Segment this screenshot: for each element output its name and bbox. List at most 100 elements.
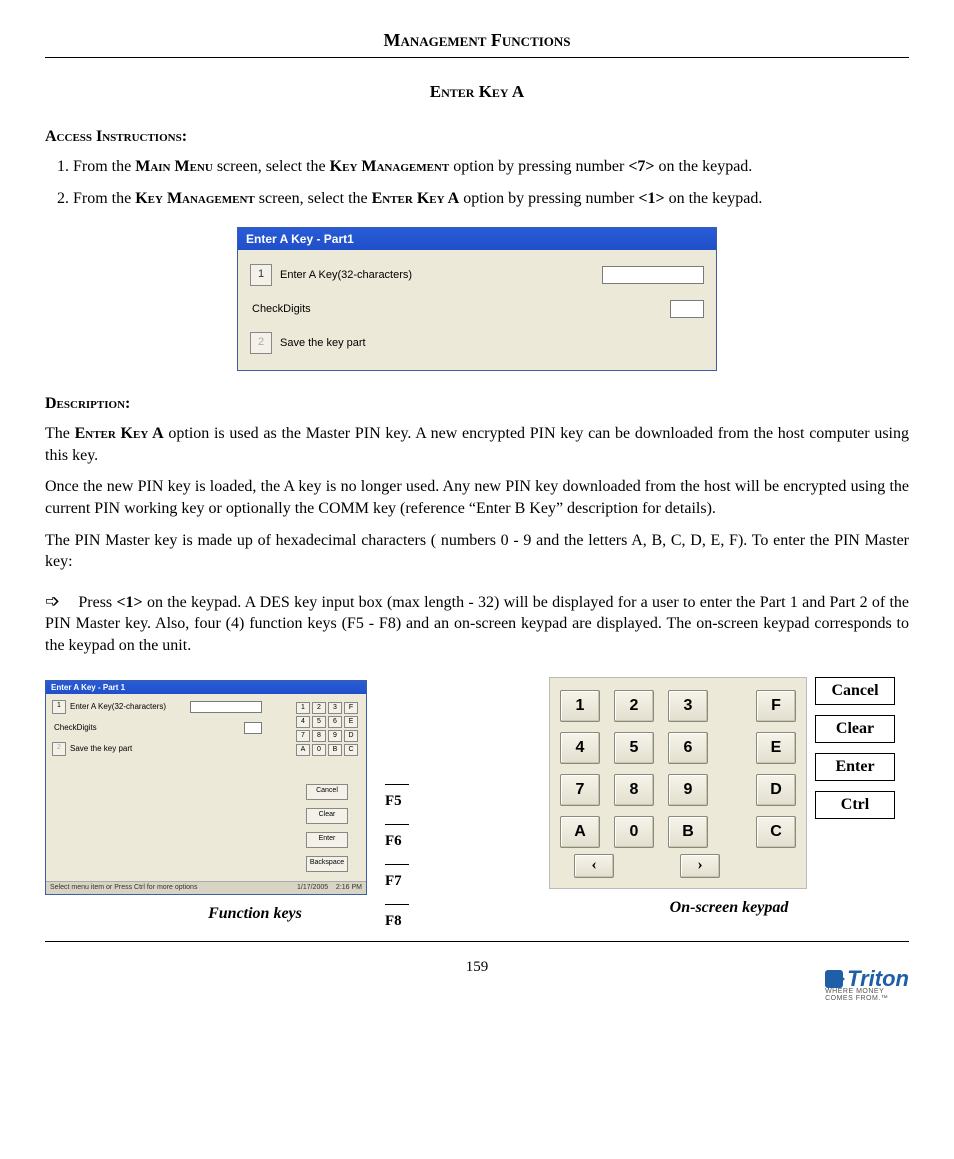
instruction-item: From the Main Menu screen, select the Ke… — [73, 156, 909, 178]
key-input[interactable] — [602, 266, 704, 284]
key-management-ref: Key Management — [135, 190, 255, 207]
mini-dialog-title: Enter A Key - Part 1 — [46, 681, 366, 694]
mini-clear-button[interactable]: Clear — [306, 808, 348, 824]
f6-label: F6 — [385, 816, 415, 850]
dialog-enter-key-a: Enter A Key - Part1 1 Enter A Key(32-cha… — [237, 227, 717, 371]
keypad-8[interactable]: 8 — [614, 774, 654, 806]
text: From the — [73, 190, 135, 207]
f5-label: F5 — [385, 776, 415, 810]
description-p1: The Enter Key A option is used as the Ma… — [45, 423, 909, 466]
keypad-9[interactable]: 9 — [668, 774, 708, 806]
key-ref: <1> — [116, 594, 142, 611]
mini-key[interactable]: C — [344, 744, 358, 756]
key-management-ref: Key Management — [330, 158, 450, 175]
side-clear: Clear — [815, 715, 895, 743]
key-ref: <1> — [638, 190, 664, 207]
mini-key[interactable]: 3 — [328, 702, 342, 714]
mini-key[interactable]: 7 — [296, 730, 310, 742]
description-p4: ➩ Press <1> on the keypad. A DES key inp… — [45, 589, 909, 657]
text: on the keypad. A DES key input box (max … — [45, 594, 909, 654]
mini-fn-buttons: Cancel Clear Enter Backspace — [306, 784, 348, 872]
brand-mark-icon — [825, 970, 843, 988]
keypad-3[interactable]: 3 — [668, 690, 708, 722]
mini-statusbar: Select menu item or Press Ctrl for more … — [46, 881, 366, 894]
mini-cancel-button[interactable]: Cancel — [306, 784, 348, 800]
mini-key[interactable]: D — [344, 730, 358, 742]
mini-enter-key-label: Enter A Key(32-characters) — [70, 702, 166, 711]
dialog-body: 1 Enter A Key(32-characters) CheckDigits… — [238, 250, 716, 370]
keypad-2[interactable]: 2 — [614, 690, 654, 722]
mini-checkdigits-field — [244, 722, 262, 734]
keypad-0[interactable]: 0 — [614, 816, 654, 848]
header-rule — [45, 57, 909, 58]
mini-key[interactable]: 2 — [312, 702, 326, 714]
keypad-left-arrow[interactable]: ‹ — [574, 854, 614, 878]
mini-key[interactable]: 9 — [328, 730, 342, 742]
page-footer: 159 Triton WHERE MONEY COMES FROM.™ — [45, 948, 909, 988]
keypad-7[interactable]: 7 — [560, 774, 600, 806]
page-subtitle: Enter Key A — [45, 82, 909, 102]
page-number: 159 — [466, 959, 489, 976]
mini-checkdigits-label: CheckDigits — [54, 723, 97, 732]
mini-key-input[interactable] — [190, 701, 262, 713]
keypad-1[interactable]: 1 — [560, 690, 600, 722]
mini-backspace-button[interactable]: Backspace — [306, 856, 348, 872]
mini-key[interactable]: 1 — [296, 702, 310, 714]
brand-logo: Triton WHERE MONEY COMES FROM.™ — [825, 966, 909, 992]
mini-key[interactable]: 8 — [312, 730, 326, 742]
mini-option-1[interactable]: 1 — [52, 700, 66, 714]
mini-option-2[interactable]: 2 — [52, 742, 66, 756]
text: on the keypad. — [665, 190, 763, 207]
keypad-e[interactable]: E — [756, 732, 796, 764]
figure-caption-right: On-screen keypad — [549, 899, 909, 917]
keypad-6[interactable]: 6 — [668, 732, 708, 764]
mini-save-label: Save the key part — [70, 744, 132, 753]
key-ref: <7> — [628, 158, 654, 175]
text: screen, select the — [255, 190, 372, 207]
onscreen-keypad: 1 2 3 F 4 5 6 E 7 8 9 — [549, 677, 807, 889]
instruction-list: From the Main Menu screen, select the Ke… — [73, 156, 909, 209]
description-p3: The PIN Master key is made up of hexadec… — [45, 530, 909, 573]
keypad-4[interactable]: 4 — [560, 732, 600, 764]
mini-key[interactable]: 0 — [312, 744, 326, 756]
mini-enter-button[interactable]: Enter — [306, 832, 348, 848]
keypad-d[interactable]: D — [756, 774, 796, 806]
checkdigits-field — [670, 300, 704, 318]
option-1-button[interactable]: 1 — [250, 264, 272, 286]
keypad-5[interactable]: 5 — [614, 732, 654, 764]
mini-key[interactable]: B — [328, 744, 342, 756]
keypad-a[interactable]: A — [560, 816, 600, 848]
mini-key[interactable]: E — [344, 716, 358, 728]
f8-label: F8 — [385, 896, 415, 930]
figure-function-keys: Enter A Key - Part 1 1 Enter A Key(32-ch… — [45, 677, 465, 923]
description-p2: Once the new PIN key is loaded, the A ke… — [45, 476, 909, 519]
keypad-c[interactable]: C — [756, 816, 796, 848]
figure-keypad: 1 2 3 F 4 5 6 E 7 8 9 — [549, 677, 909, 923]
text: option by pressing number — [449, 158, 628, 175]
side-cancel: Cancel — [815, 677, 895, 705]
keypad-f[interactable]: F — [756, 690, 796, 722]
f7-label: F7 — [385, 856, 415, 890]
keypad-b[interactable]: B — [668, 816, 708, 848]
fn-key-labels: F5 F6 F7 F8 — [385, 776, 415, 930]
save-key-label: Save the key part — [280, 337, 366, 349]
enter-key-a-ref: Enter Key A — [75, 425, 164, 442]
enter-key-a-ref: Enter Key A — [372, 190, 460, 207]
main-menu-ref: Main Menu — [135, 158, 213, 175]
keypad-right-arrow[interactable]: › — [680, 854, 720, 878]
mini-key[interactable]: 6 — [328, 716, 342, 728]
status-text: Select menu item or Press Ctrl for more … — [50, 882, 197, 894]
footer-rule — [45, 941, 909, 942]
mini-key[interactable]: 4 — [296, 716, 310, 728]
dialog-titlebar: Enter A Key - Part1 — [238, 228, 716, 250]
mini-key[interactable]: F — [344, 702, 358, 714]
brand-tagline: WHERE MONEY COMES FROM.™ — [825, 988, 909, 1002]
option-2-button[interactable]: 2 — [250, 332, 272, 354]
status-date: 1/17/2005 — [297, 884, 328, 891]
checkdigits-label: CheckDigits — [252, 303, 311, 315]
mini-key[interactable]: 5 — [312, 716, 326, 728]
description-label: Description: — [45, 395, 909, 413]
text: The — [45, 425, 75, 442]
mini-key[interactable]: A — [296, 744, 310, 756]
text: on the keypad. — [655, 158, 753, 175]
